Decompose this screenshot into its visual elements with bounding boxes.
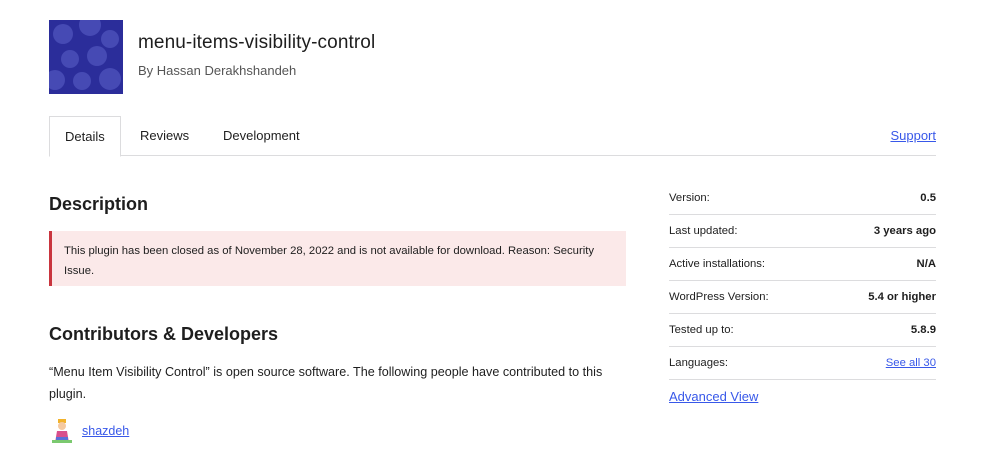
tab-reviews[interactable]: Reviews: [140, 116, 189, 156]
meta-row-version: Version: 0.5: [669, 182, 936, 215]
meta-row-wordpress-version: WordPress Version: 5.4 or higher: [669, 281, 936, 314]
meta-value: N/A: [916, 258, 936, 270]
avatar: [52, 419, 72, 443]
contributor-link[interactable]: shazdeh: [82, 424, 129, 438]
support-link[interactable]: Support: [890, 116, 936, 156]
plugin-header: menu-items-visibility-control By Hassan …: [49, 20, 939, 94]
advanced-view-link[interactable]: Advanced View: [669, 389, 758, 404]
tab-development[interactable]: Development: [223, 116, 300, 156]
contributors-text: “Menu Item Visibility Control” is open s…: [49, 365, 603, 401]
meta-label: WordPress Version:: [669, 291, 769, 303]
meta-row-active-installations: Active installations: N/A: [669, 248, 936, 281]
see-all-languages-link[interactable]: See all 30: [886, 357, 936, 369]
contributors-heading: Contributors & Developers: [49, 324, 279, 344]
meta-row-tested-up-to: Tested up to: 5.8.9: [669, 314, 936, 347]
meta-label: Tested up to:: [669, 324, 734, 336]
meta-label: Languages:: [669, 357, 729, 369]
meta-label: Version:: [669, 192, 710, 204]
plugin-icon: [49, 20, 123, 94]
tab-details[interactable]: Details: [49, 116, 121, 157]
meta-row-last-updated: Last updated: 3 years ago: [669, 215, 936, 248]
plugin-meta: Version: 0.5 Last updated: 3 years ago A…: [669, 182, 936, 380]
meta-label: Last updated:: [669, 225, 738, 237]
meta-row-languages: Languages: See all 30: [669, 347, 936, 380]
meta-label: Active installations:: [669, 258, 766, 270]
meta-value: 5.4 or higher: [868, 291, 936, 303]
meta-value: 3 years ago: [873, 225, 936, 237]
plugin-author: By Hassan Derakhshandeh: [138, 63, 297, 78]
meta-value: 0.5: [920, 192, 936, 204]
description-heading: Description: [49, 194, 149, 214]
closed-notice: This plugin has been closed as of Novemb…: [49, 231, 626, 286]
plugin-title: menu-items-visibility-control: [138, 32, 376, 53]
contributor-item: shazdeh: [52, 419, 129, 443]
meta-value: 5.8.9: [910, 324, 936, 336]
plugin-tabs: Details Reviews Development Support: [49, 116, 936, 157]
